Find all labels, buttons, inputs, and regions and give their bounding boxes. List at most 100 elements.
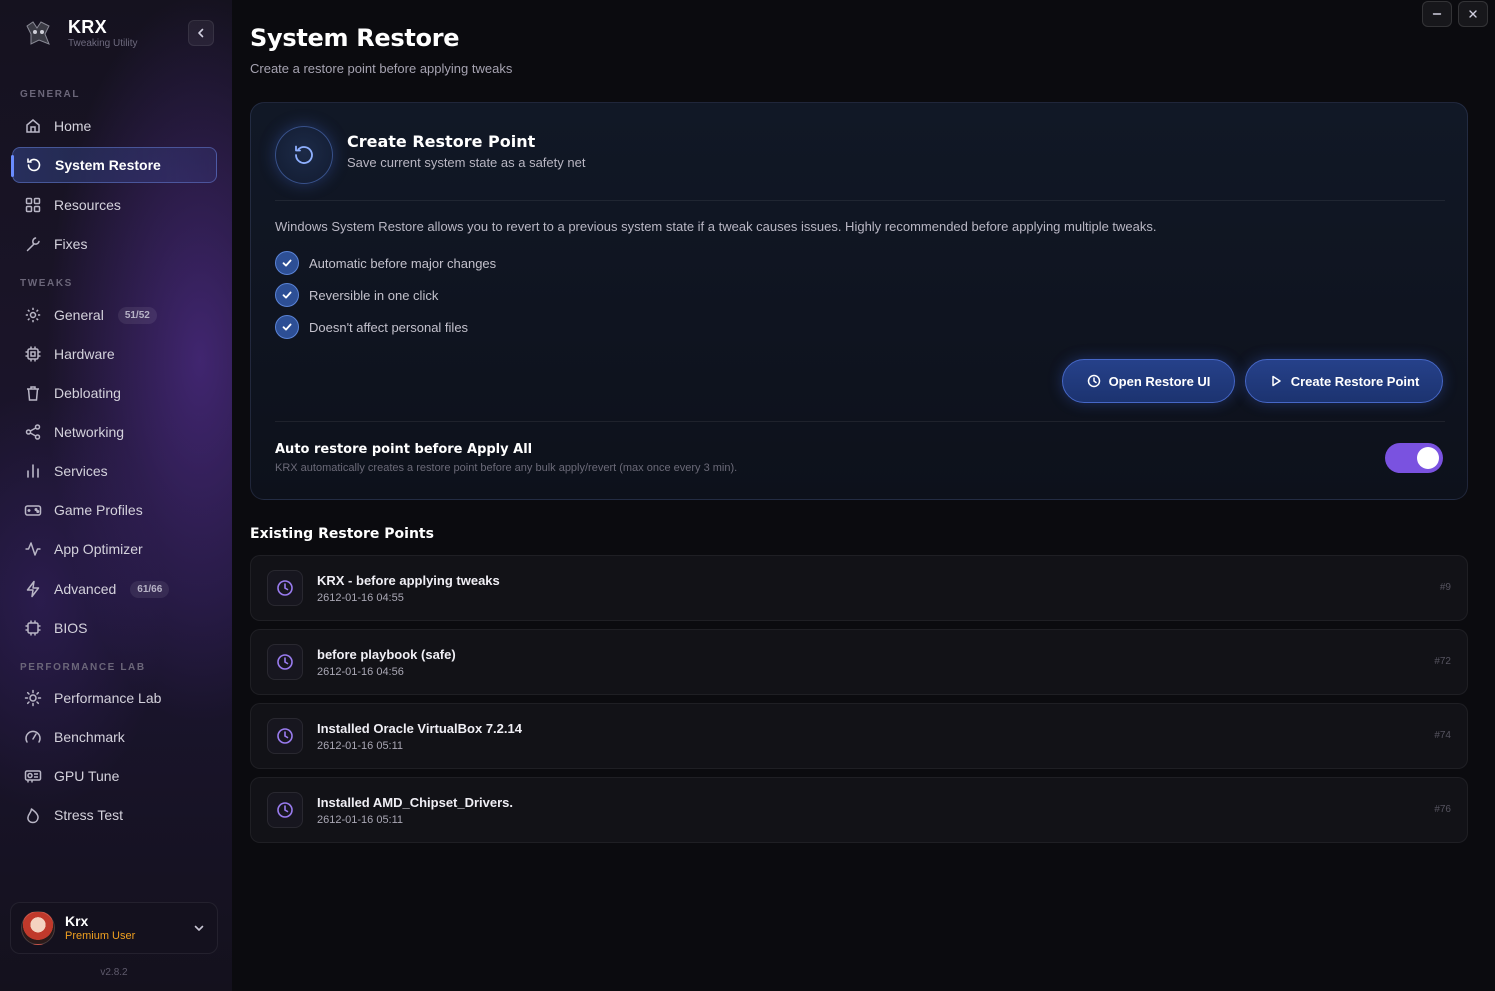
clock-icon [267,644,303,680]
user-profile-card[interactable]: Krx Premium User [10,902,218,954]
sidebar-item-hardware[interactable]: Hardware [12,336,217,372]
sidebar-item-game-profiles[interactable]: Game Profiles [12,492,217,528]
sidebar-item-label: Stress Test [54,807,123,823]
gauge-icon [24,728,42,746]
sidebar-item-gpu-tune[interactable]: GPU Tune [12,758,217,794]
sidebar-item-stress-test[interactable]: Stress Test [12,797,217,833]
sidebar-item-performance-lab[interactable]: Performance Lab [12,680,217,716]
sidebar-item-system-restore[interactable]: System Restore [11,147,217,183]
auto-restore-description: KRX automatically creates a restore poin… [275,462,738,474]
restore-point-id: #9 [1439,582,1451,593]
restore-point-name: KRX - before applying tweaks [317,573,500,588]
auto-restore-toggle[interactable] [1385,443,1443,473]
sidebar-item-resources[interactable]: Resources [12,187,217,223]
sidebar-item-networking[interactable]: Networking [12,414,217,450]
chip-icon [24,345,42,363]
collapse-sidebar-button[interactable] [188,20,214,46]
sidebar-item-app-optimizer[interactable]: App Optimizer [12,531,217,567]
trash-icon [24,384,42,402]
section-label-performance-lab: PERFORMANCE LAB [20,662,146,673]
clock-icon [1087,374,1101,388]
user-name: Krx [65,913,89,929]
restore-point-row[interactable]: Installed AMD_Chipset_Drivers. 2612-01-1… [250,777,1468,843]
chevron-left-icon [198,28,204,38]
restore-point-name: Installed AMD_Chipset_Drivers. [317,795,514,810]
card-subtitle: Save current system state as a safety ne… [347,155,586,170]
sidebar-item-label: Advanced [54,581,117,597]
section-label-tweaks: TWEAKS [20,278,73,289]
activity-icon [24,540,42,558]
app-subtitle: Tweaking Utility [68,37,138,49]
clock-icon [267,718,303,754]
sidebar-item-label: Resources [54,197,121,213]
wrench-icon [24,235,42,253]
bolt-icon [24,580,42,598]
restore-point-name: before playbook (safe) [317,647,456,662]
restore-point-row[interactable]: before playbook (safe) 2612-01-16 04:56 … [250,629,1468,695]
sidebar-item-debloating[interactable]: Debloating [12,375,217,411]
sidebar-item-label: BIOS [54,620,88,636]
sidebar-item-label: Hardware [54,346,115,362]
page-title: System Restore [250,24,460,52]
feature-label: Reversible in one click [309,287,439,303]
brand: KRX Tweaking Utility [20,16,137,50]
page-subtitle: Create a restore point before applying t… [250,61,513,76]
restore-icon [25,156,43,174]
feature-item: Reversible in one click [275,283,438,307]
auto-restore-title: Auto restore point before Apply All [275,442,533,457]
divider [275,200,1445,201]
sidebar-item-advanced[interactable]: Advanced 61/66 [12,571,217,607]
app-version: v2.8.2 [100,967,128,978]
create-restore-point-card: Create Restore Point Save current system… [250,102,1468,500]
restore-point-date: 2612-01-16 05:11 [317,814,404,826]
count-badge: 51/52 [117,306,157,324]
app-logo [20,16,56,50]
existing-restore-points-title: Existing Restore Points [250,526,434,542]
close-icon [1469,10,1477,18]
sidebar-item-services[interactable]: Services [12,453,217,489]
sun-icon [24,689,42,707]
feature-item: Automatic before major changes [275,251,496,275]
feature-item: Doesn't affect personal files [275,315,468,339]
sidebar-item-label: Services [54,463,108,479]
restore-point-id: #74 [1434,730,1451,741]
minimize-button[interactable] [1422,1,1452,27]
check-icon [275,283,299,307]
sidebar-item-label: Fixes [54,236,88,252]
home-icon [24,117,42,135]
feature-label: Automatic before major changes [309,255,497,271]
bar-chart-icon [24,462,42,480]
close-button[interactable] [1458,1,1488,27]
sidebar-item-benchmark[interactable]: Benchmark [12,719,217,755]
sidebar-item-label: General [54,307,104,323]
feature-label: Doesn't affect personal files [309,319,469,335]
restore-point-row[interactable]: KRX - before applying tweaks 2612-01-16 … [250,555,1468,621]
sidebar-item-label: Home [54,118,92,134]
create-restore-point-label: Create Restore Point [1290,373,1420,389]
restore-point-id: #72 [1434,656,1451,667]
flame-icon [24,806,42,824]
check-icon [275,315,299,339]
restore-point-date: 2612-01-16 04:55 [317,592,404,604]
play-icon [1269,374,1283,388]
gamepad-icon [24,501,42,519]
user-role: Premium User [65,930,136,942]
sidebar-item-label: System Restore [55,157,161,173]
sidebar-item-home[interactable]: Home [12,108,217,144]
check-icon [275,251,299,275]
clock-icon [267,570,303,606]
sidebar-item-label: Benchmark [54,729,125,745]
gpu-icon [24,767,42,785]
sidebar-item-label: GPU Tune [54,768,120,784]
grid-icon [24,196,42,214]
restore-point-row[interactable]: Installed Oracle VirtualBox 7.2.14 2612-… [250,703,1468,769]
section-label-general: GENERAL [20,89,81,100]
sidebar-item-bios[interactable]: BIOS [12,610,217,646]
open-restore-ui-button[interactable]: Open Restore UI [1062,359,1235,403]
sidebar-item-general[interactable]: General 51/52 [12,297,217,333]
restore-icon [275,126,333,184]
create-restore-point-button[interactable]: Create Restore Point [1245,359,1443,403]
app-name: KRX [68,16,107,37]
sidebar-item-label: App Optimizer [54,541,143,557]
sidebar-item-fixes[interactable]: Fixes [12,226,217,262]
